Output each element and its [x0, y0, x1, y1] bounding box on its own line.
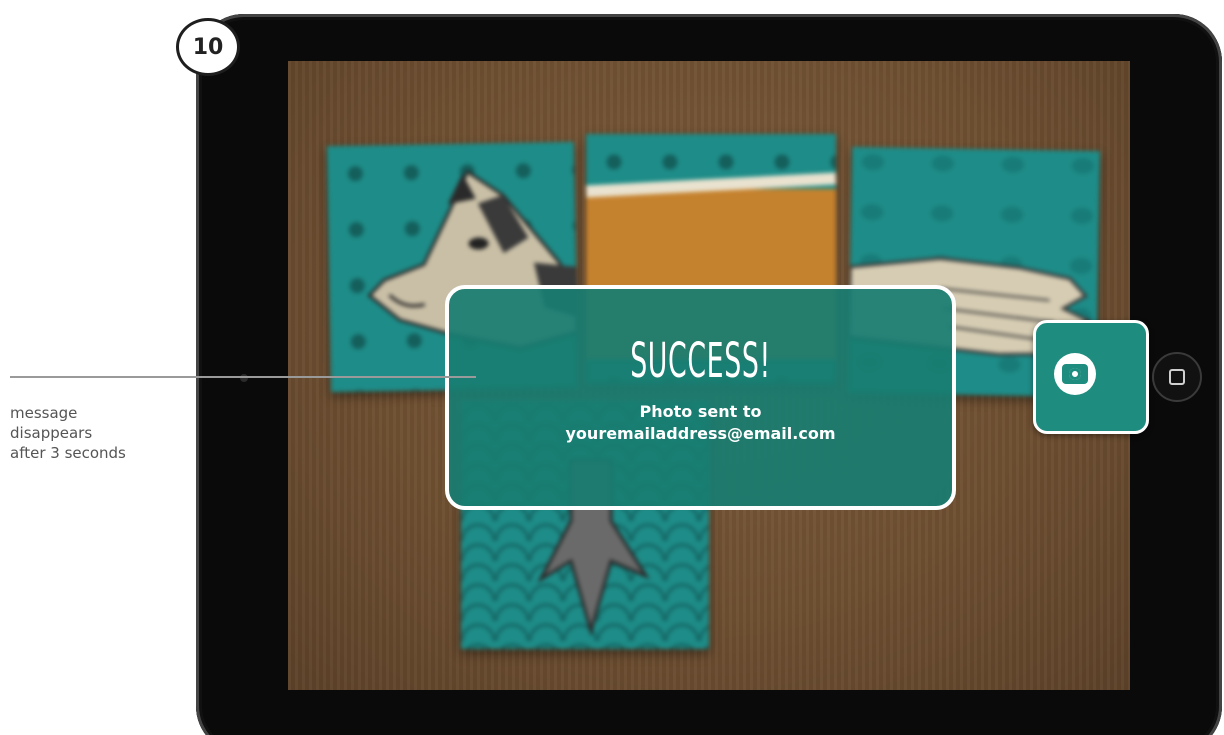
toast-title: SUCCESS!: [630, 333, 771, 389]
home-square-icon: [1169, 369, 1185, 385]
annotation-line-3: after 3 seconds: [10, 444, 126, 462]
toast-message: Photo sent to youremailaddress@email.com: [449, 401, 952, 445]
page: message disappears after 3 seconds 10 SU…: [0, 0, 1224, 735]
toast-email: youremailaddress@email.com: [565, 424, 836, 443]
annotation-line-1: message: [10, 404, 78, 422]
annotation-note: message disappears after 3 seconds: [10, 403, 170, 463]
annotation-line-2: disappears: [10, 424, 93, 442]
camera-icon: [1054, 353, 1096, 395]
annotation-leader-line: [10, 376, 476, 378]
toast-message-line-1: Photo sent to: [639, 402, 762, 421]
home-button[interactable]: [1152, 352, 1202, 402]
step-number-badge: 10: [176, 18, 240, 76]
camera-button[interactable]: [1033, 320, 1149, 434]
success-toast: SUCCESS! Photo sent to youremailaddress@…: [445, 285, 956, 510]
